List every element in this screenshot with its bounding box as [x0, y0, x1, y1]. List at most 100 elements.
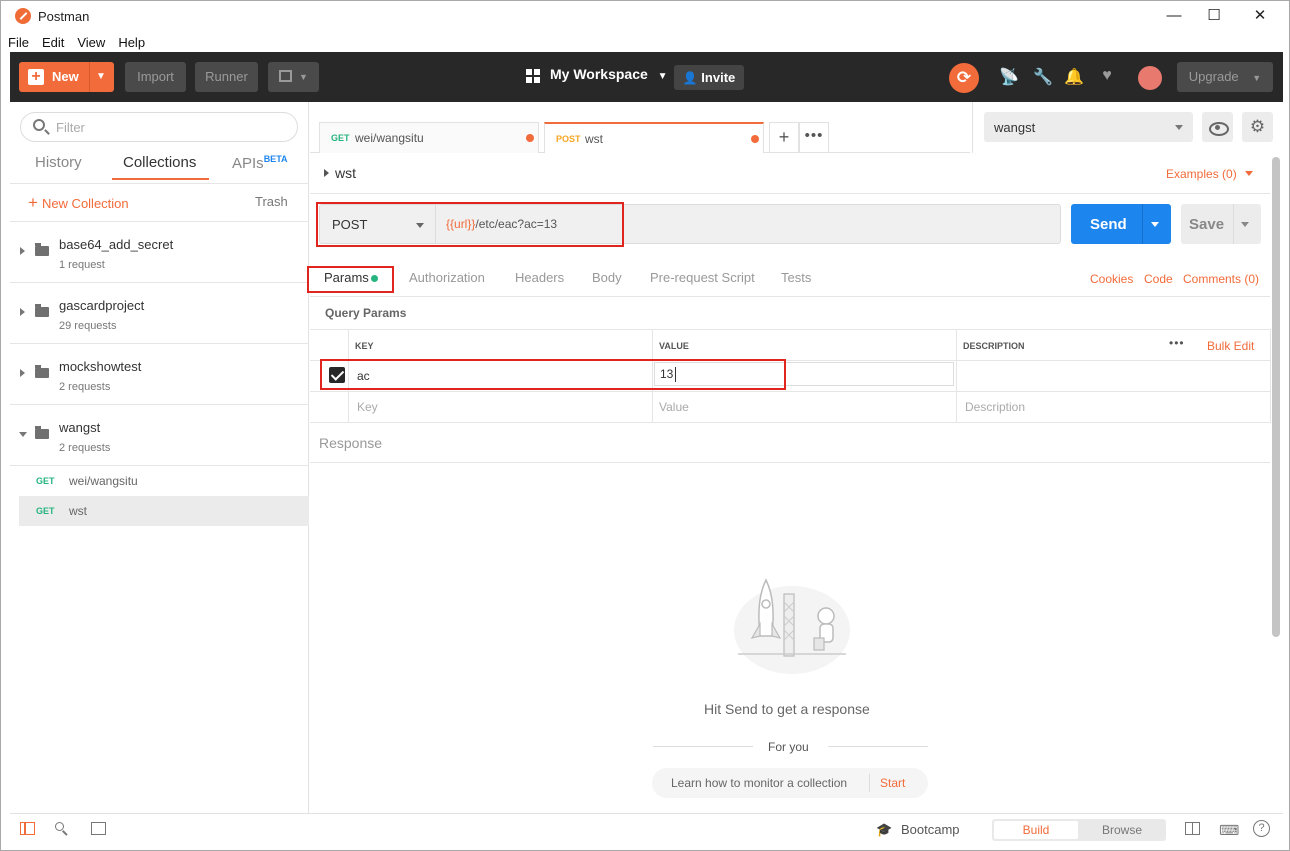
collection-name: base64_add_secret: [59, 237, 174, 252]
tab-authorization[interactable]: Authorization: [409, 270, 485, 285]
menu-edit[interactable]: Edit: [35, 32, 70, 50]
new-param-description[interactable]: Description: [957, 392, 1271, 423]
response-hint: Hit Send to get a response: [704, 701, 870, 717]
tab-body[interactable]: Body: [592, 270, 622, 285]
environment-select[interactable]: wangst: [984, 112, 1193, 142]
new-window-icon: [279, 70, 292, 82]
unsaved-dot-icon[interactable]: [751, 135, 759, 143]
trash-button[interactable]: Trash: [255, 194, 288, 209]
keyboard-shortcuts-icon[interactable]: ⌨: [1219, 822, 1239, 838]
add-user-icon: 👤: [682, 71, 698, 85]
sidebar-request-item[interactable]: GET wei/wangsitu: [10, 466, 309, 496]
collection-item[interactable]: base64_add_secret 1 request: [10, 221, 309, 282]
runner-button[interactable]: Runner: [195, 62, 258, 92]
sidebar: Filter History Collections APIsBETA + New…: [10, 102, 309, 813]
chevron-right-icon[interactable]: [20, 308, 25, 316]
more-tabs-button[interactable]: •••: [799, 122, 829, 153]
menu-view[interactable]: View: [70, 32, 111, 50]
examples-dropdown[interactable]: Examples (0): [1166, 167, 1253, 181]
maximize-button[interactable]: ☐: [1191, 1, 1237, 31]
send-button[interactable]: Send: [1071, 204, 1171, 244]
satellite-icon[interactable]: 📡: [998, 67, 1020, 87]
method-badge: GET: [331, 133, 350, 143]
sidebar-request-item[interactable]: GET wst: [19, 496, 309, 526]
more-options-icon[interactable]: •••: [1169, 336, 1185, 350]
vertical-scrollbar[interactable]: [1272, 157, 1280, 637]
response-title: Response: [319, 435, 383, 451]
build-toggle[interactable]: Build: [994, 821, 1078, 839]
new-window-button[interactable]: ▼: [268, 62, 319, 92]
start-link[interactable]: Start: [880, 776, 905, 790]
invite-button[interactable]: 👤 Invite: [674, 65, 744, 90]
find-icon[interactable]: [55, 822, 71, 836]
workspace-label: My Workspace: [550, 66, 648, 82]
chevron-right-icon[interactable]: [20, 369, 25, 377]
tab-pre-request-script[interactable]: Pre-request Script: [650, 270, 755, 285]
avatar[interactable]: [1138, 66, 1162, 90]
tab-apis-label: APIs: [232, 155, 264, 172]
code-link[interactable]: Code: [1144, 272, 1173, 286]
bulk-edit-link[interactable]: Bulk Edit: [1207, 339, 1254, 353]
request-tab-bar: GET wei/wangsitu POST wst + •••: [310, 102, 970, 153]
menu-help[interactable]: Help: [111, 32, 151, 50]
tab-headers[interactable]: Headers: [515, 270, 564, 285]
tab-apis[interactable]: APIsBETA: [232, 154, 288, 172]
chevron-down-icon: [1244, 171, 1253, 176]
build-browse-toggle: Build Browse: [992, 819, 1166, 841]
highlight-box-param-row: [320, 359, 786, 390]
sync-icon[interactable]: ⟳: [949, 63, 979, 93]
chevron-down-icon[interactable]: [1241, 222, 1249, 227]
chevron-down-icon[interactable]: [19, 432, 27, 437]
new-collection-button[interactable]: + New Collection: [28, 193, 129, 213]
chevron-down-icon[interactable]: ▼: [96, 62, 106, 92]
tab-history[interactable]: History: [35, 154, 82, 171]
save-button[interactable]: Save: [1181, 204, 1261, 244]
bootcamp-link[interactable]: Bootcamp: [901, 822, 960, 837]
request-name: wei/wangsitu: [69, 474, 138, 488]
help-icon[interactable]: ?: [1253, 820, 1270, 837]
import-button[interactable]: Import: [125, 62, 186, 92]
collection-item[interactable]: gascardproject 29 requests: [10, 282, 309, 343]
menu-file[interactable]: File: [1, 32, 35, 50]
eye-icon[interactable]: [1202, 112, 1233, 142]
window-title: Postman: [38, 9, 90, 24]
tab-collections[interactable]: Collections: [123, 154, 196, 171]
column-header-description: DESCRIPTION: [957, 330, 1157, 361]
comments-link[interactable]: Comments (0): [1183, 272, 1259, 286]
wrench-icon[interactable]: 🔧: [1032, 67, 1054, 87]
heart-icon[interactable]: ♥: [1096, 67, 1118, 85]
chevron-right-icon[interactable]: [20, 247, 25, 255]
request-tab-active[interactable]: POST wst: [544, 122, 764, 153]
new-param-key[interactable]: Key: [349, 392, 653, 423]
query-params-title: Query Params: [325, 306, 407, 320]
request-tab[interactable]: GET wei/wangsitu: [319, 122, 539, 153]
chevron-right-icon: [324, 169, 329, 177]
highlight-box-params: [307, 266, 394, 293]
chevron-down-icon[interactable]: [1151, 222, 1159, 227]
filter-input[interactable]: Filter: [20, 112, 298, 142]
add-tab-button[interactable]: +: [769, 122, 799, 153]
workspace-grid-icon: [526, 69, 540, 83]
tab-tests[interactable]: Tests: [781, 270, 811, 285]
search-icon: [33, 119, 45, 131]
bell-icon[interactable]: 🔔: [1063, 67, 1085, 87]
close-window-button[interactable]: ✕: [1237, 1, 1283, 31]
new-button[interactable]: + New ▼: [19, 62, 114, 92]
new-param-value[interactable]: Value: [653, 392, 957, 423]
collection-count: 1 request: [59, 259, 105, 271]
gear-icon[interactable]: ⚙: [1242, 112, 1273, 142]
collection-item[interactable]: wangst 2 requests: [10, 404, 309, 466]
browse-toggle[interactable]: Browse: [1082, 821, 1162, 839]
folder-icon: [35, 426, 49, 439]
cookies-link[interactable]: Cookies: [1090, 272, 1133, 286]
upgrade-button[interactable]: Upgrade ▼: [1177, 62, 1273, 92]
console-icon[interactable]: [91, 822, 107, 836]
workspace-switcher[interactable]: My Workspace ▼: [550, 66, 668, 82]
two-pane-icon[interactable]: [1185, 822, 1201, 836]
collection-item[interactable]: mockshowtest 2 requests: [10, 343, 309, 404]
sidebar-toggle-icon[interactable]: [20, 822, 36, 836]
unsaved-dot-icon[interactable]: [526, 134, 534, 142]
invite-label: Invite: [701, 70, 736, 85]
request-name-breadcrumb[interactable]: wst: [324, 165, 356, 181]
param-description[interactable]: [957, 361, 1271, 392]
